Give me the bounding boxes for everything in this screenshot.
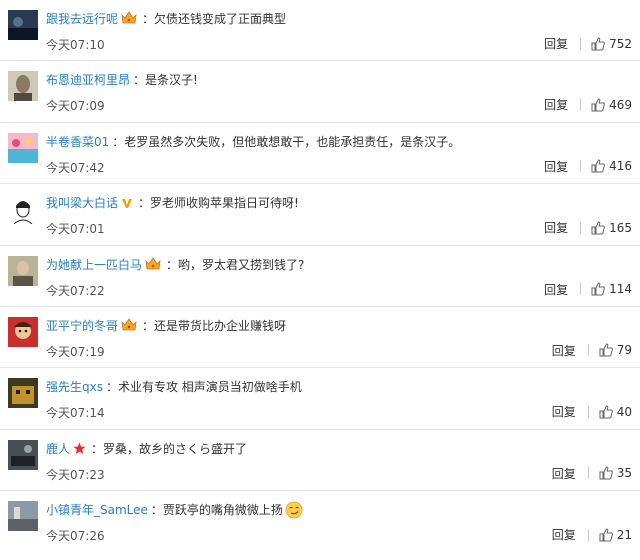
comment-item: 我叫梁大白话 ：罗老师收购苹果指日可待呀! 今天07:01 回复 165 (0, 184, 640, 246)
timestamp: 今天07:23 (46, 467, 105, 482)
username-link[interactable]: 布恩迪亚柯里昂 (46, 73, 130, 87)
avatar[interactable] (8, 378, 38, 409)
comment-item: 鹿人 ：罗桑，故乡的さくら盛开了 今天07:23 回复 35 (0, 430, 640, 492)
avatar[interactable] (8, 255, 38, 286)
divider (587, 344, 589, 357)
like-button[interactable]: 35 (599, 466, 632, 480)
timestamp: 今天07:01 (46, 222, 105, 237)
crown-icon (145, 256, 161, 276)
like-count: 79 (616, 343, 632, 358)
like-button[interactable]: 469 (591, 98, 632, 112)
timestamp: 今天07:09 (46, 99, 105, 114)
like-button[interactable]: 165 (591, 221, 632, 235)
reply-button[interactable]: 回复 (552, 342, 576, 359)
divider (580, 283, 582, 296)
timestamp: 今天07:19 (46, 344, 105, 359)
comment-text: ：还是带货比办企业赚钱呀 (142, 318, 287, 333)
like-button[interactable]: 21 (599, 528, 632, 542)
divider (587, 405, 589, 418)
comment-item: 小镇青年_SamLee ：贾跃亭的嘴角微微上扬 今天07:26 回复 21 (0, 491, 640, 552)
divider (587, 528, 589, 541)
reply-button[interactable]: 回复 (544, 35, 568, 52)
comment-item: 半卷香菜01 ：老罗虽然多次失败，但他敢想敢干，也能承担责任，是条汉子。 今天07… (0, 123, 640, 185)
username-link[interactable]: 半卷香菜01 (46, 135, 109, 149)
timestamp: 今天07:26 (46, 529, 105, 544)
like-button[interactable]: 40 (599, 405, 632, 419)
comment-text: ：老罗虽然多次失败，但他敢想敢干，也能承担责任，是条汉子。 (112, 134, 461, 149)
timestamp: 今天07:14 (46, 406, 105, 421)
username-link[interactable]: 亚平宁的冬哥 (46, 319, 118, 333)
comment-text: ：是条汉子! (133, 73, 198, 88)
like-button[interactable]: 752 (591, 37, 632, 51)
like-count: 165 (609, 220, 632, 235)
reply-button[interactable]: 回复 (544, 281, 568, 298)
avatar[interactable] (8, 10, 38, 40)
thumbs-up-icon (599, 405, 613, 419)
divider (580, 37, 582, 50)
comment-text: ：罗桑，故乡的さくら盛开了 (91, 441, 248, 456)
divider (580, 98, 582, 111)
star-icon (73, 442, 86, 460)
like-button[interactable]: 79 (599, 343, 632, 357)
username-link[interactable]: 为她献上一匹白马 (46, 258, 142, 272)
crown-icon (121, 318, 137, 337)
crown-icon (121, 11, 137, 30)
timestamp: 今天07:42 (46, 160, 105, 175)
thumbs-up-icon (591, 282, 605, 296)
timestamp: 今天07:22 (46, 283, 105, 298)
like-button[interactable]: 114 (591, 282, 632, 296)
like-count: 21 (616, 527, 632, 542)
username-link[interactable]: 强先生qxs (46, 380, 103, 394)
divider (580, 221, 582, 234)
username-link[interactable]: 小镇青年_SamLee (46, 503, 148, 517)
username-link[interactable]: 我叫梁大白话 (46, 196, 118, 210)
like-count: 469 (609, 97, 632, 112)
thumbs-up-icon (599, 466, 613, 480)
reply-button[interactable]: 回复 (552, 526, 576, 543)
comment-text: ：术业有专攻 相声演员当初做啥手机 (105, 380, 302, 395)
thumbs-up-icon (599, 528, 613, 542)
username-link[interactable]: 鹿人 (46, 442, 70, 456)
avatar[interactable] (8, 194, 38, 225)
username-link[interactable]: 跟我去远行呢 (46, 12, 118, 26)
timestamp: 今天07:10 (46, 38, 105, 52)
like-count: 35 (616, 466, 632, 481)
comment-text: ：罗老师收购苹果指日可待呀! (138, 196, 299, 211)
avatar[interactable] (8, 316, 38, 347)
comment-item: 布恩迪亚柯里昂 ：是条汉子! 今天07:09 回复 469 (0, 61, 640, 123)
thumbs-up-icon (591, 221, 605, 235)
thumbs-up-icon (599, 343, 613, 357)
reply-button[interactable]: 回复 (544, 96, 568, 113)
comment-item: 强先生qxs ：术业有专攻 相声演员当初做啥手机 今天07:14 回复 40 (0, 368, 640, 430)
comment-text: ：贾跃亭的嘴角微微上扬 (150, 503, 283, 518)
comment-list: 跟我去远行呢 ：欠债还钱变成了正面典型 今天07:10 回复 752 布恩迪亚柯里… (0, 0, 640, 553)
avatar[interactable] (8, 439, 38, 470)
comment-item: 跟我去远行呢 ：欠债还钱变成了正面典型 今天07:10 回复 752 (0, 0, 640, 62)
like-count: 114 (609, 282, 632, 297)
like-count: 416 (609, 159, 632, 174)
thumbs-up-icon (591, 98, 605, 112)
comment-item: 为她献上一匹白马 ：哟，罗太君又捞到钱了? 今天07:22 回复 114 (0, 246, 640, 307)
verified-v-icon (121, 196, 133, 214)
like-button[interactable]: 416 (591, 159, 632, 173)
reply-button[interactable]: 回复 (544, 158, 568, 175)
reply-button[interactable]: 回复 (552, 403, 576, 420)
avatar[interactable] (8, 501, 38, 532)
reply-button[interactable]: 回复 (552, 465, 576, 482)
avatar[interactable] (8, 132, 38, 163)
smirk-emoji-icon (285, 501, 303, 524)
comment-item: 亚平宁的冬哥 ：还是带货比办企业赚钱呀 今天07:19 回复 79 (0, 307, 640, 369)
thumbs-up-icon (591, 159, 605, 173)
like-count: 752 (609, 36, 632, 51)
divider (587, 467, 589, 480)
like-count: 40 (616, 404, 632, 419)
divider (580, 160, 582, 173)
reply-button[interactable]: 回复 (544, 219, 568, 236)
comment-text: ：欠债还钱变成了正面典型 (142, 12, 287, 26)
avatar[interactable] (8, 71, 38, 102)
comment-text: ：哟，罗太君又捞到钱了? (166, 257, 305, 272)
thumbs-up-icon (591, 36, 605, 50)
